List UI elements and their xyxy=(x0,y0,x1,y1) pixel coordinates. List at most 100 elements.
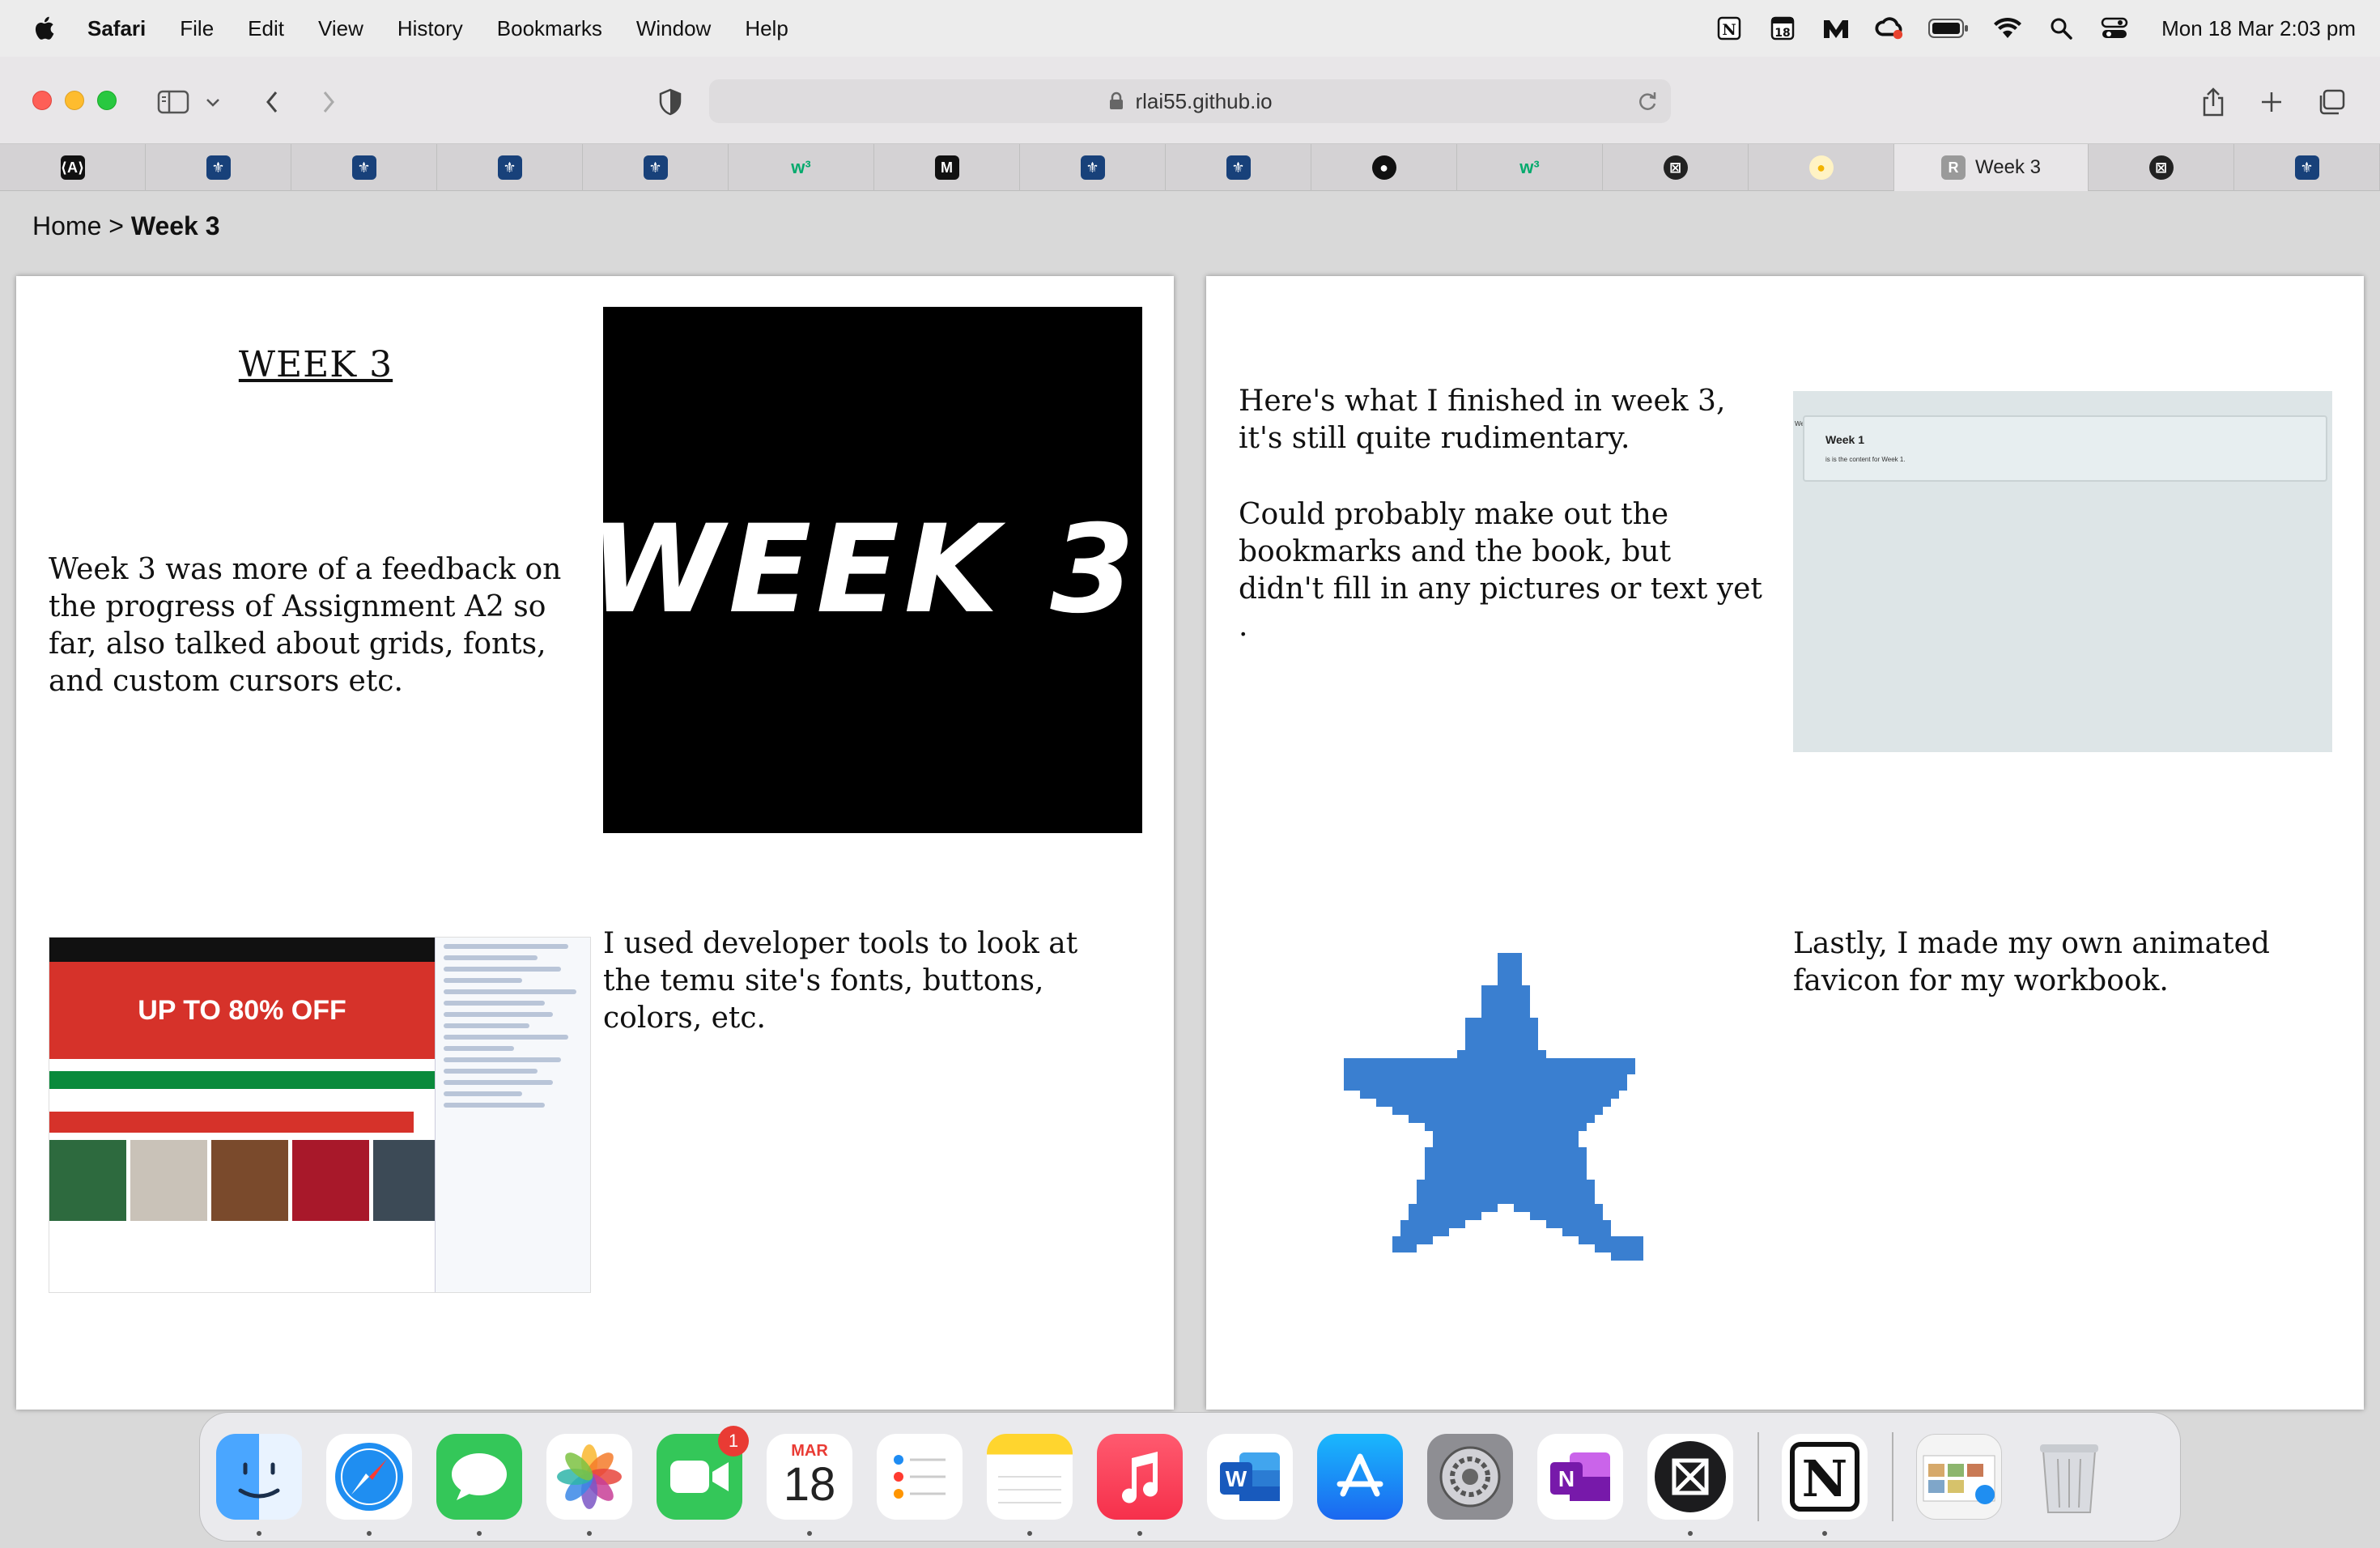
share-icon xyxy=(2203,87,2224,117)
menu-edit[interactable]: Edit xyxy=(248,16,284,41)
page-title: WEEK 3 xyxy=(238,344,393,385)
intro-paragraph: Week 3 was more of a feedback on the pro… xyxy=(49,553,562,698)
breadcrumb-home-link[interactable]: Home xyxy=(32,211,101,240)
svg-text:N: N xyxy=(1802,1449,1848,1508)
tab-bar: ⟨A⟩ ⚜ ⚜ ⚜ ⚜ w³ M ⚜ ⚜ ● w³ ⊠ ● R Week 3 ⊠… xyxy=(0,144,2380,191)
dock-trash[interactable] xyxy=(2026,1434,2112,1520)
menu-view[interactable]: View xyxy=(318,16,363,41)
tab-9[interactable]: ⚜ xyxy=(1166,144,1311,191)
finder-icon xyxy=(238,1462,280,1499)
tab-title: Week 3 xyxy=(1975,156,2041,178)
sidebar-menu-button[interactable] xyxy=(201,84,225,120)
tab-12[interactable]: ⊠ xyxy=(1603,144,1749,191)
dock-perplexity[interactable] xyxy=(1647,1434,1733,1536)
progress-paragraph-2: Could probably make out the bookmarks an… xyxy=(1239,498,1762,643)
github-icon: ● xyxy=(1371,155,1396,180)
chevron-right-icon xyxy=(323,91,334,113)
calendar-18-icon[interactable]: 18 xyxy=(1768,14,1797,43)
calendar-day: 18 xyxy=(783,1457,836,1511)
menu-file[interactable]: File xyxy=(180,16,214,41)
new-tab-button[interactable] xyxy=(2254,84,2289,120)
apple-menu-icon[interactable] xyxy=(31,14,60,43)
dock-app-store[interactable] xyxy=(1317,1434,1403,1520)
close-window-button[interactable] xyxy=(32,91,52,110)
dock-notes[interactable] xyxy=(987,1434,1073,1536)
search-icon[interactable] xyxy=(2046,14,2076,43)
x-circle-icon: ⊠ xyxy=(1663,155,1688,180)
dock-system-settings[interactable] xyxy=(1427,1434,1513,1520)
dock-music[interactable] xyxy=(1097,1434,1183,1536)
university-icon: ⚜ xyxy=(643,155,668,180)
menu-bookmarks[interactable]: Bookmarks xyxy=(497,16,602,41)
breadcrumb-separator: > xyxy=(101,211,131,240)
creative-cloud-icon[interactable] xyxy=(1875,14,1904,43)
dock-onenote[interactable]: N xyxy=(1537,1434,1623,1520)
week-3-image: WEEK 3 xyxy=(603,307,1142,833)
tab-8[interactable]: ⚜ xyxy=(1020,144,1166,191)
menubar-clock[interactable]: Mon 18 Mar 2:03 pm xyxy=(2161,16,2356,41)
dock-notion[interactable]: N xyxy=(1782,1434,1868,1536)
forward-button[interactable] xyxy=(311,84,346,120)
x-circle-icon: ⊠ xyxy=(2148,155,2174,180)
svg-text:N: N xyxy=(1558,1466,1575,1491)
svg-text:18: 18 xyxy=(1774,27,1790,40)
tab-1[interactable]: ⟨A⟩ xyxy=(0,144,146,191)
tab-4[interactable]: ⚜ xyxy=(437,144,583,191)
tab-week-3[interactable]: R Week 3 xyxy=(1894,144,2089,191)
messages-icon xyxy=(452,1453,507,1500)
mail-icon[interactable] xyxy=(1821,14,1851,43)
dock-word[interactable]: W xyxy=(1207,1434,1293,1520)
tab-16[interactable]: ⚜ xyxy=(2234,144,2380,191)
menu-history[interactable]: History xyxy=(397,16,463,41)
dock-facetime[interactable]: 1 xyxy=(657,1426,749,1520)
onenote-icon: N xyxy=(1550,1452,1610,1501)
share-button[interactable] xyxy=(2195,84,2231,120)
sidebar-icon xyxy=(157,90,189,114)
dock-safari[interactable] xyxy=(326,1434,412,1536)
tab-2[interactable]: ⚜ xyxy=(146,144,291,191)
menu-help[interactable]: Help xyxy=(745,16,788,41)
tab-15[interactable]: ⊠ xyxy=(2089,144,2234,191)
zoom-window-button[interactable] xyxy=(97,91,117,110)
chevron-left-icon xyxy=(266,91,278,113)
favicon-star-icon xyxy=(1344,953,1643,1261)
menu-window[interactable]: Window xyxy=(636,16,711,41)
lock-icon xyxy=(1110,91,1124,109)
address-bar[interactable]: rlai55.github.io xyxy=(709,79,1671,123)
sidebar-toggle-button[interactable] xyxy=(155,84,191,120)
tab-overview-button[interactable] xyxy=(2314,84,2349,120)
privacy-report-button[interactable] xyxy=(652,84,688,120)
workbook-right-page: Here's what I finished in week 3, it's s… xyxy=(1206,276,2364,1410)
dock-photos[interactable] xyxy=(546,1434,632,1536)
dock-messages[interactable] xyxy=(436,1434,522,1536)
facetime-badge: 1 xyxy=(718,1426,749,1457)
wifi-icon[interactable] xyxy=(1993,14,2022,43)
photos-icon xyxy=(557,1444,622,1509)
tab-11[interactable]: w³ xyxy=(1457,144,1603,191)
minimize-window-button[interactable] xyxy=(65,91,84,110)
dock-preview-stack[interactable] xyxy=(1916,1434,2002,1520)
dock-finder[interactable] xyxy=(216,1434,302,1536)
dock-calendar[interactable]: MAR 18 xyxy=(767,1434,852,1536)
breadcrumb-current: Week 3 xyxy=(130,211,220,240)
r-favicon-icon: R xyxy=(1941,155,1966,180)
tab-7[interactable]: M xyxy=(874,144,1020,191)
tab-3[interactable]: ⚜ xyxy=(291,144,437,191)
dock-reminders[interactable] xyxy=(877,1434,963,1520)
workbook-left-page: WEEK 3 Week 3 was more of a feedback on … xyxy=(16,276,1174,1410)
tab-10[interactable]: ● xyxy=(1311,144,1457,191)
control-center-icon[interactable] xyxy=(2100,14,2129,43)
back-button[interactable] xyxy=(254,84,290,120)
svg-text:W: W xyxy=(1226,1466,1247,1491)
notion-icon[interactable]: N xyxy=(1715,14,1744,43)
reload-icon[interactable] xyxy=(1635,89,1660,113)
university-icon: ⚜ xyxy=(206,155,231,180)
progress-paragraph-1: Here's what I finished in week 3, it's s… xyxy=(1239,385,1726,455)
tab-13[interactable]: ● xyxy=(1749,144,1894,191)
music-icon xyxy=(1122,1452,1158,1503)
tab-6[interactable]: w³ xyxy=(729,144,874,191)
safari-icon xyxy=(335,1443,403,1511)
battery-icon[interactable] xyxy=(1928,14,1969,43)
menu-safari[interactable]: Safari xyxy=(87,16,146,41)
tab-5[interactable]: ⚜ xyxy=(583,144,729,191)
